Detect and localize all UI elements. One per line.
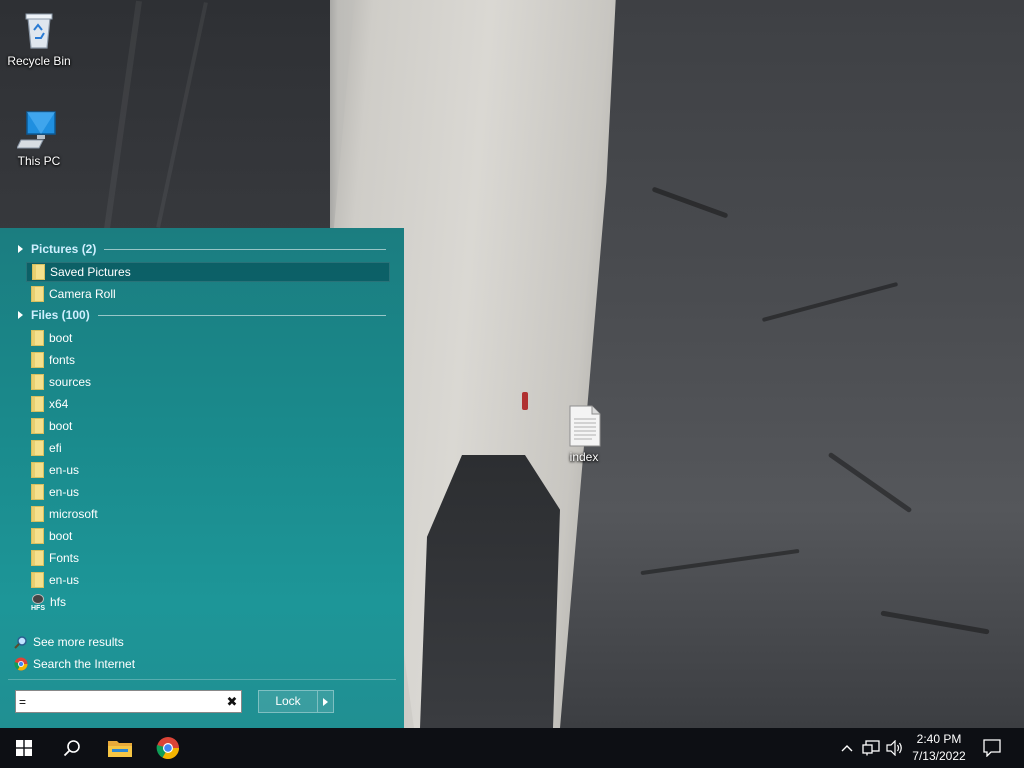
folder-icon (31, 484, 44, 500)
see-more-results-link[interactable]: See more results (14, 632, 124, 652)
group-header-label: Pictures (2) (31, 242, 97, 256)
lock-button-label: Lock (259, 691, 318, 712)
result-label: en-us (49, 485, 80, 499)
chrome-icon (156, 737, 179, 759)
chrome-button[interactable] (144, 728, 192, 768)
expand-triangle-icon (18, 245, 23, 253)
folder-icon (31, 352, 44, 368)
result-label: boot (49, 331, 73, 345)
clear-icon[interactable]: ✖ (223, 694, 241, 710)
windows-logo-icon (16, 740, 32, 756)
folder-icon (31, 418, 44, 434)
expand-triangle-icon (18, 311, 23, 319)
group-header-files[interactable]: Files (100) (16, 306, 386, 324)
search-the-internet-link[interactable]: Search the Internet (14, 654, 135, 674)
result-label: Saved Pictures (50, 265, 131, 279)
result-item[interactable]: efi (26, 438, 390, 458)
result-item-camera-roll[interactable]: Camera Roll (26, 284, 390, 304)
result-item[interactable]: x64 (26, 394, 390, 414)
index-file[interactable]: index (546, 404, 622, 464)
text-document-icon (562, 404, 606, 448)
folder-icon (32, 264, 45, 280)
result-item[interactable]: en-us (26, 460, 390, 480)
network-icon (862, 740, 880, 756)
result-item-hfs[interactable]: HFS hfs (26, 592, 390, 612)
result-label: boot (49, 419, 73, 433)
show-hidden-icons-button[interactable] (838, 728, 856, 768)
folder-icon (31, 396, 44, 412)
folder-icon (31, 374, 44, 390)
folder-icon (31, 572, 44, 588)
result-label: efi (49, 441, 62, 455)
group-header-pictures[interactable]: Pictures (2) (16, 240, 386, 258)
recycle-bin-icon (17, 8, 61, 52)
result-item[interactable]: boot (26, 328, 390, 348)
hfs-drive-icon: HFS (29, 594, 47, 612)
this-pc[interactable]: This PC (1, 108, 77, 168)
clock[interactable]: 2:40 PM 7/13/2022 (904, 728, 974, 768)
folder-icon (31, 440, 44, 456)
wallpaper-dark-right (560, 0, 1024, 728)
power-options-arrow-icon[interactable] (318, 697, 333, 706)
result-label: fonts (49, 353, 76, 367)
result-item[interactable]: boot (26, 526, 390, 546)
result-item[interactable]: sources (26, 372, 390, 392)
result-label: Fonts (49, 551, 80, 565)
notification-icon (983, 739, 1001, 757)
volume-icon (886, 740, 902, 756)
result-item[interactable]: fonts (26, 350, 390, 370)
volume-button[interactable] (884, 728, 906, 768)
result-label: en-us (49, 463, 80, 477)
result-label: en-us (49, 573, 80, 587)
search-box[interactable]: ✖ (15, 690, 242, 713)
result-label: boot (49, 529, 73, 543)
computer-icon (16, 108, 61, 152)
search-input[interactable] (16, 692, 223, 711)
recycle-bin[interactable]: Recycle Bin (1, 8, 77, 68)
search-icon (63, 740, 80, 757)
divider (8, 679, 396, 680)
divider (97, 314, 386, 316)
folder-icon (31, 506, 44, 522)
result-item[interactable]: boot (26, 416, 390, 436)
chrome-icon (14, 657, 28, 671)
start-button[interactable] (0, 728, 48, 768)
start-search-panel: Pictures (2) Saved Pictures Camera Roll … (0, 228, 404, 728)
folder-icon (31, 330, 44, 346)
clock-date: 7/13/2022 (912, 749, 966, 763)
magnifier-icon (14, 635, 28, 649)
result-item[interactable]: microsoft (26, 504, 390, 524)
result-label: Camera Roll (49, 287, 116, 301)
recycle-bin-label: Recycle Bin (7, 54, 71, 68)
notifications-button[interactable] (978, 728, 1006, 768)
group-header-label: Files (100) (31, 308, 90, 322)
network-button[interactable] (860, 728, 882, 768)
see-more-results-label: See more results (33, 635, 124, 649)
result-label: hfs (50, 595, 67, 609)
this-pc-label: This PC (17, 154, 61, 168)
search-the-internet-label: Search the Internet (33, 657, 136, 671)
divider (104, 248, 386, 250)
result-item[interactable]: en-us (26, 482, 390, 502)
chevron-up-icon (841, 745, 853, 752)
climber (522, 392, 528, 410)
result-item[interactable]: en-us (26, 570, 390, 590)
lock-button[interactable]: Lock (258, 690, 334, 713)
folder-icon (31, 286, 44, 302)
file-explorer-icon (108, 741, 132, 757)
clock-time: 2:40 PM (916, 732, 962, 746)
folder-icon (31, 528, 44, 544)
search-button[interactable] (48, 728, 96, 768)
folder-icon (31, 462, 44, 478)
result-item[interactable]: Fonts (26, 548, 390, 568)
index-file-label: index (569, 450, 599, 464)
folder-icon (31, 550, 44, 566)
result-label: x64 (49, 397, 69, 411)
result-label: microsoft (49, 507, 98, 521)
file-explorer-button[interactable] (96, 728, 144, 768)
result-label: sources (49, 375, 92, 389)
result-item-saved-pictures[interactable]: Saved Pictures (26, 262, 390, 282)
